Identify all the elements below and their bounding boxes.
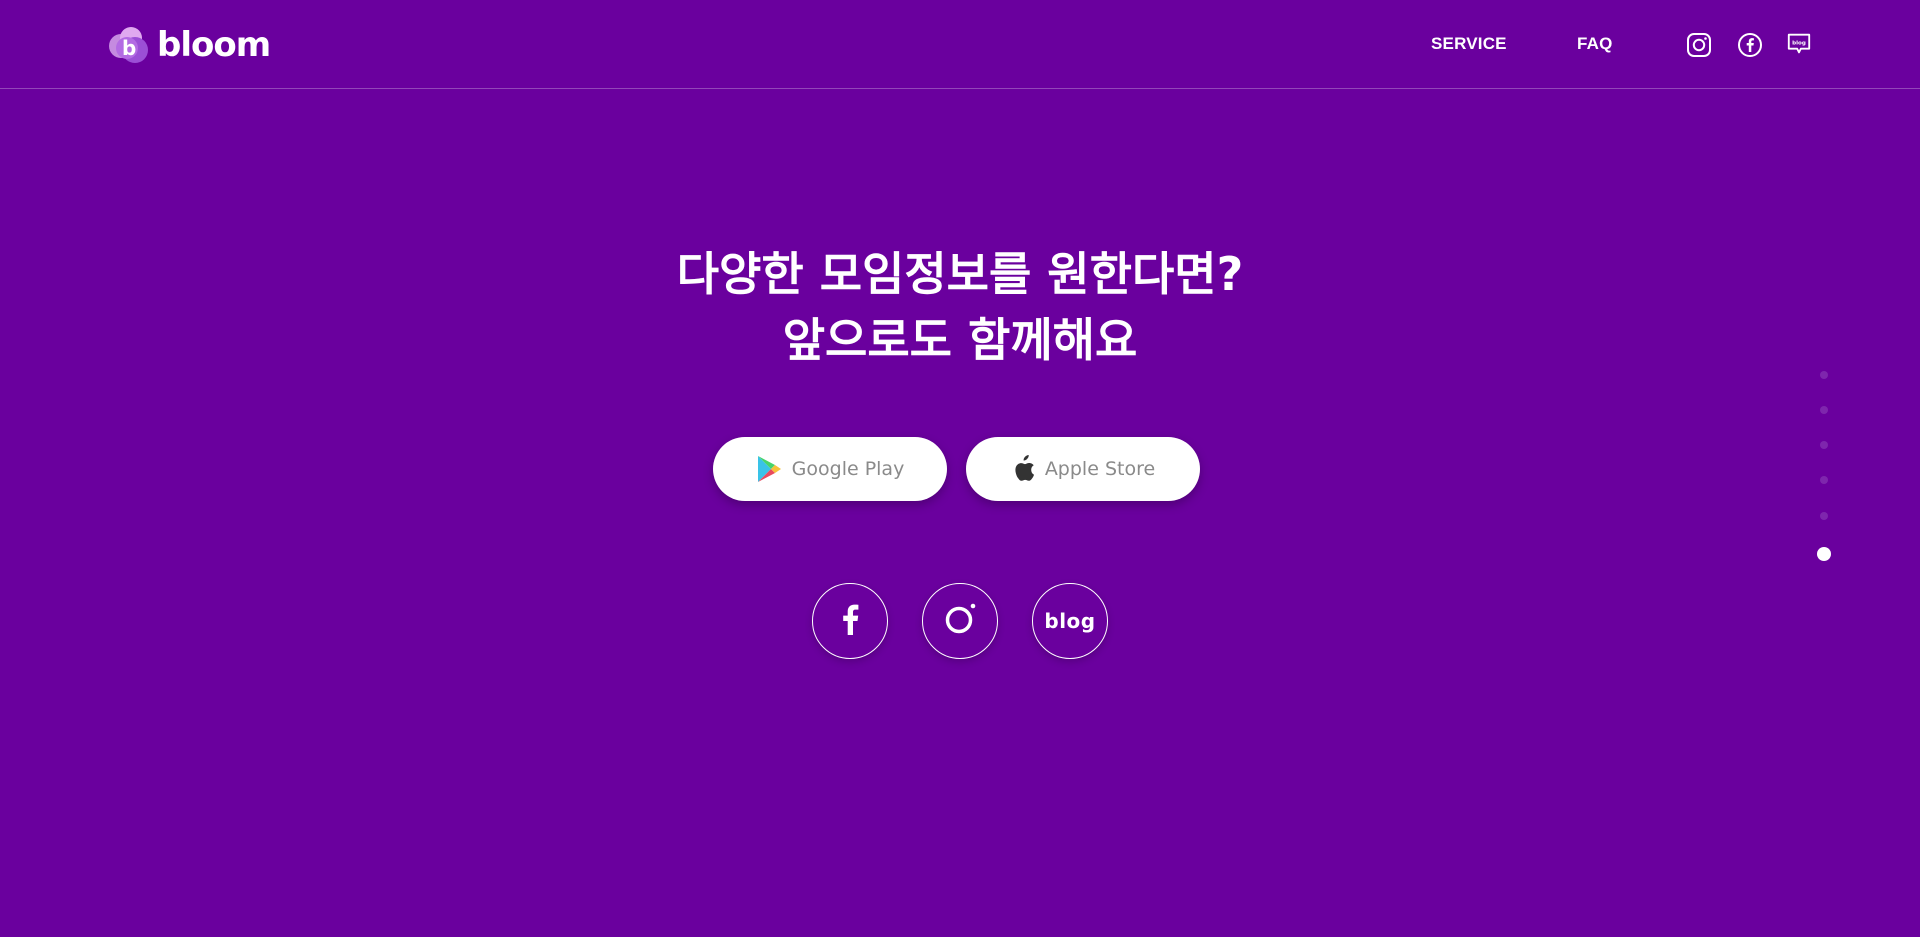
- ring-logo-icon: [940, 599, 980, 643]
- facebook-social-button[interactable]: [812, 583, 888, 659]
- google-play-icon: [756, 455, 782, 483]
- logo-wordmark: bloom: [157, 25, 271, 65]
- blog-social-button[interactable]: blog: [1032, 583, 1108, 659]
- blog-wordmark-icon: blog: [1044, 609, 1096, 633]
- pagination-dot[interactable]: [1820, 476, 1828, 484]
- pagination-dot[interactable]: [1820, 371, 1828, 379]
- pagination-dot-active[interactable]: [1817, 547, 1831, 561]
- apple-icon: [1011, 455, 1035, 483]
- nav-faq-link[interactable]: FAQ: [1577, 34, 1613, 54]
- instagram-icon[interactable]: [1686, 32, 1712, 58]
- bloom-logo[interactable]: b bloom: [107, 24, 271, 66]
- top-navigation-bar: b bloom SERVICE FAQ blog: [0, 0, 1920, 89]
- o-app-social-button[interactable]: [922, 583, 998, 659]
- bloom-logo-mark: b: [109, 27, 148, 63]
- apple-store-button[interactable]: Apple Store: [966, 437, 1200, 501]
- apple-store-label: Apple Store: [1044, 458, 1156, 480]
- svg-text:b: b: [122, 36, 136, 60]
- blog-chat-icon[interactable]: blog: [1786, 31, 1812, 57]
- svg-text:blog: blog: [1792, 40, 1806, 46]
- nav-service-link[interactable]: SERVICE: [1431, 34, 1507, 54]
- pagination-dot[interactable]: [1820, 406, 1828, 414]
- pagination-dot[interactable]: [1820, 512, 1828, 520]
- pagination-dot[interactable]: [1820, 441, 1828, 449]
- google-play-label: Google Play: [791, 458, 905, 480]
- facebook-f-icon: [840, 603, 860, 639]
- hero-headline-line-1: 다양한 모임정보를 원한다면?: [676, 247, 1244, 301]
- facebook-icon[interactable]: [1737, 32, 1763, 58]
- hero-headline-line-2: 앞으로도 함께해요: [782, 313, 1138, 367]
- google-play-button[interactable]: Google Play: [713, 437, 947, 501]
